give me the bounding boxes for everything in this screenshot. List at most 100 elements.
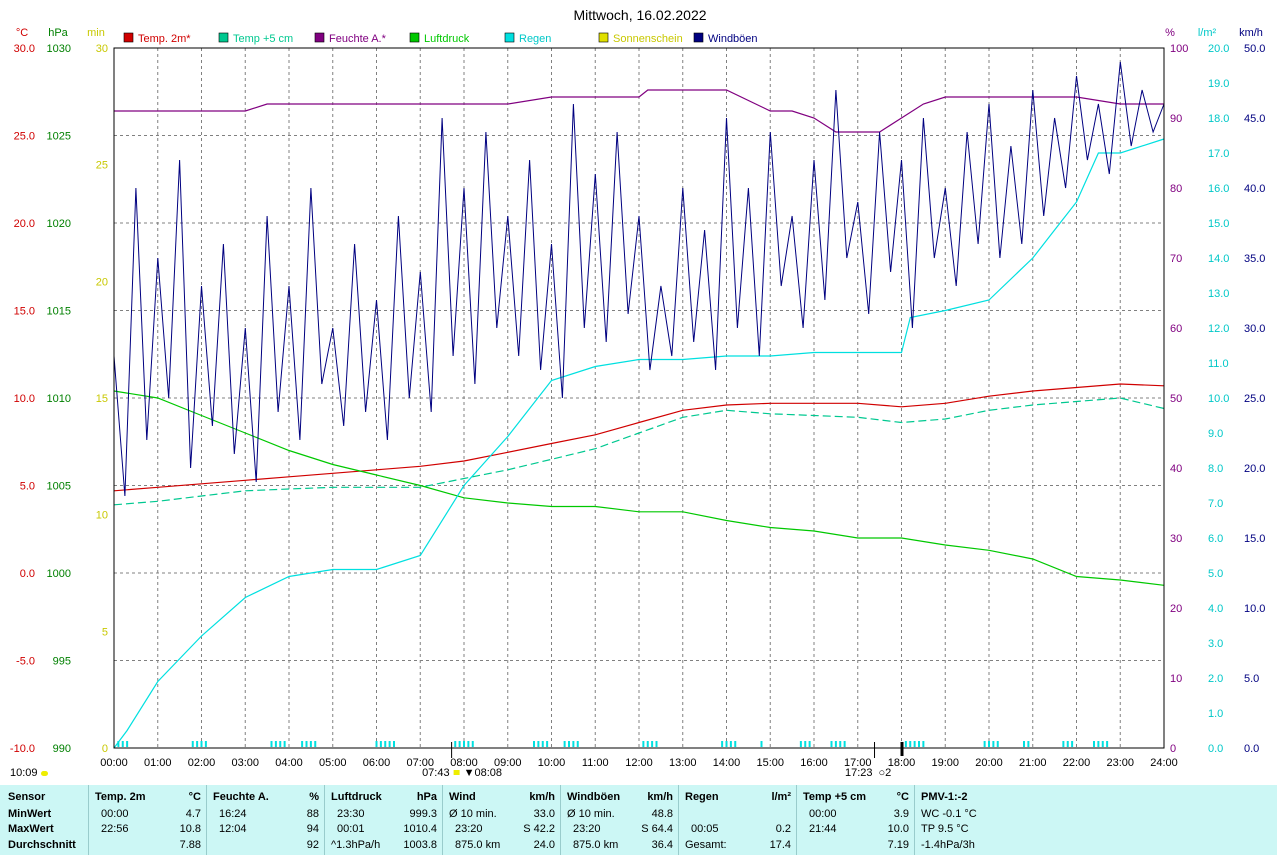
- sunset-label: 17:23: [845, 767, 873, 779]
- rain-axis-tick: 16.0: [1208, 183, 1229, 195]
- stats-press-max-time: 00:01: [337, 823, 365, 835]
- x-tick-label: 24:00: [1150, 757, 1178, 769]
- rain-event-mark: [839, 741, 842, 747]
- temp-axis-tick: 10.0: [14, 393, 35, 405]
- rain-event-mark: [458, 741, 461, 747]
- x-tick-label: 11:00: [582, 757, 609, 769]
- sun-axis-tick: 30: [96, 43, 108, 55]
- weather-chart: Mittwoch, 16.02.2022 Temp. 2m* Temp +5 cm…: [0, 0, 1277, 785]
- stats-temp-max-time: 22:56: [101, 823, 129, 835]
- rain-event-mark: [305, 741, 308, 747]
- rain-event-mark: [834, 741, 837, 747]
- temp-axis-tick: 20.0: [14, 218, 35, 230]
- rain-event-mark: [721, 741, 724, 747]
- x-tick-label: 22:00: [1063, 757, 1091, 769]
- pressure-axis-tick: 1030: [47, 43, 71, 55]
- rain-event-mark: [196, 741, 199, 747]
- rain-event-mark: [843, 741, 846, 747]
- rain-axis-tick: 12.0: [1208, 323, 1229, 335]
- rain-event-mark: [909, 741, 912, 747]
- rain-event-mark: [646, 741, 649, 747]
- rain-event-mark: [1101, 741, 1104, 747]
- humidity-axis-tick: 50: [1170, 393, 1182, 405]
- rain-event-mark: [918, 741, 920, 747]
- legend-label: Luftdruck: [424, 33, 470, 45]
- humidity-axis-tick: 30: [1170, 533, 1182, 545]
- humidity-axis-tick: 100: [1170, 43, 1188, 55]
- legend-label: Regen: [519, 33, 551, 45]
- corner-time: 10:09: [10, 767, 48, 779]
- pressure-axis-tick: 1010: [47, 393, 71, 405]
- stats-wind-min-value: 33.0: [533, 808, 555, 820]
- wind-axis-tick: 10.0: [1244, 603, 1265, 615]
- stats-pmv-windchill: WC -0.1 °C: [921, 808, 977, 820]
- x-tick-label: 01:00: [144, 757, 172, 769]
- stats-pmv-dewpoint: TP 9.5 °C: [921, 823, 969, 835]
- legend-swatch: [314, 32, 325, 43]
- sunrise-label: 07:43: [422, 767, 450, 779]
- stats-hum-max-value: 94: [306, 823, 319, 835]
- stats-temp-header: Temp. 2m: [95, 791, 146, 803]
- stats-wind-header: Wind: [449, 791, 476, 803]
- wind-axis-tick: 15.0: [1244, 533, 1265, 545]
- x-tick-label: 02:00: [188, 757, 216, 769]
- stats-hum-max-time: 12:04: [219, 823, 247, 835]
- stats-wind-min-label: Ø 10 min.: [449, 808, 497, 820]
- stats-gust-header: Windböen: [567, 791, 621, 803]
- legend-swatch: [409, 32, 420, 43]
- wind-axis-tick: 25.0: [1244, 393, 1265, 405]
- stats-pmv-header: PMV-1:-2: [921, 791, 968, 803]
- sun-marker-left: ▼08:08: [464, 767, 502, 779]
- rain-event-mark: [760, 741, 763, 747]
- stats-temp-unit: °C: [188, 791, 201, 803]
- rain-event-mark: [830, 741, 833, 747]
- pressure-axis-tick: 1020: [47, 218, 71, 230]
- rain-event-mark: [913, 741, 916, 747]
- rain-axis-tick: 7.0: [1208, 498, 1223, 510]
- rain-event-mark: [1071, 741, 1074, 747]
- stats-press-min-time: 23:30: [337, 808, 365, 820]
- stats-press-header: Luftdruck: [331, 791, 382, 803]
- legend-swatch: [693, 32, 704, 43]
- stats-hum-min-value: 88: [306, 808, 319, 820]
- sun-axis-tick: 5: [102, 626, 108, 638]
- rain-event-mark: [1097, 741, 1100, 747]
- stats-wind-unit: km/h: [529, 791, 555, 803]
- stats-hum-avg: 92: [306, 839, 319, 851]
- rain-axis-tick: 8.0: [1208, 463, 1223, 475]
- x-tick-label: 03:00: [231, 757, 259, 769]
- rain-event-mark: [388, 741, 391, 747]
- rain-event-mark: [1066, 741, 1069, 747]
- wind-axis-tick: 40.0: [1244, 183, 1265, 195]
- humidity-axis-tick: 10: [1170, 673, 1182, 685]
- rain-event-mark: [642, 741, 645, 747]
- stats-col-gust: Windböen km/h Ø 10 min. 48.8 23:20 S 64.…: [560, 785, 679, 855]
- rain-axis-tick: 6.0: [1208, 533, 1223, 545]
- x-tick-label: 14:00: [713, 757, 741, 769]
- stats-col-pressure: Luftdruck hPa 23:30 999.3 00:01 1010.4 ^…: [324, 785, 443, 855]
- wind-axis-unit: km/h: [1239, 27, 1263, 39]
- temp-axis-unit: °C: [16, 27, 28, 39]
- rain-event-mark: [725, 741, 728, 747]
- temp-axis-tick: -10.0: [10, 743, 35, 755]
- stats-col-temp: Temp. 2m °C 00:00 4.7 22:56 10.8 7.88: [88, 785, 207, 855]
- rain-event-mark: [563, 741, 566, 747]
- rain-axis-tick: 5.0: [1208, 568, 1223, 580]
- stats-wind-max-value: S 42.2: [523, 823, 555, 835]
- rain-axis-tick: 3.0: [1208, 638, 1223, 650]
- rain-axis-tick: 1.0: [1208, 708, 1223, 720]
- stats-gust-min-value: 48.8: [651, 808, 673, 820]
- stats-temp-min-value: 4.7: [185, 808, 201, 820]
- rain-event-mark: [1106, 741, 1109, 747]
- stats-rain-max-value: 0.2: [775, 823, 791, 835]
- humidity-axis-tick: 80: [1170, 183, 1182, 195]
- stats-wind-avg: 24.0: [533, 839, 555, 851]
- x-tick-label: 15:00: [756, 757, 784, 769]
- x-tick-label: 12:00: [625, 757, 653, 769]
- rain-axis-tick: 18.0: [1208, 113, 1229, 125]
- humidity-axis-tick: 70: [1170, 253, 1182, 265]
- stats-label-max: MaxWert: [8, 823, 54, 835]
- stats-t5-avg: 7.19: [887, 839, 909, 851]
- x-tick-label: 20:00: [975, 757, 1003, 769]
- humidity-axis-unit: %: [1165, 27, 1175, 39]
